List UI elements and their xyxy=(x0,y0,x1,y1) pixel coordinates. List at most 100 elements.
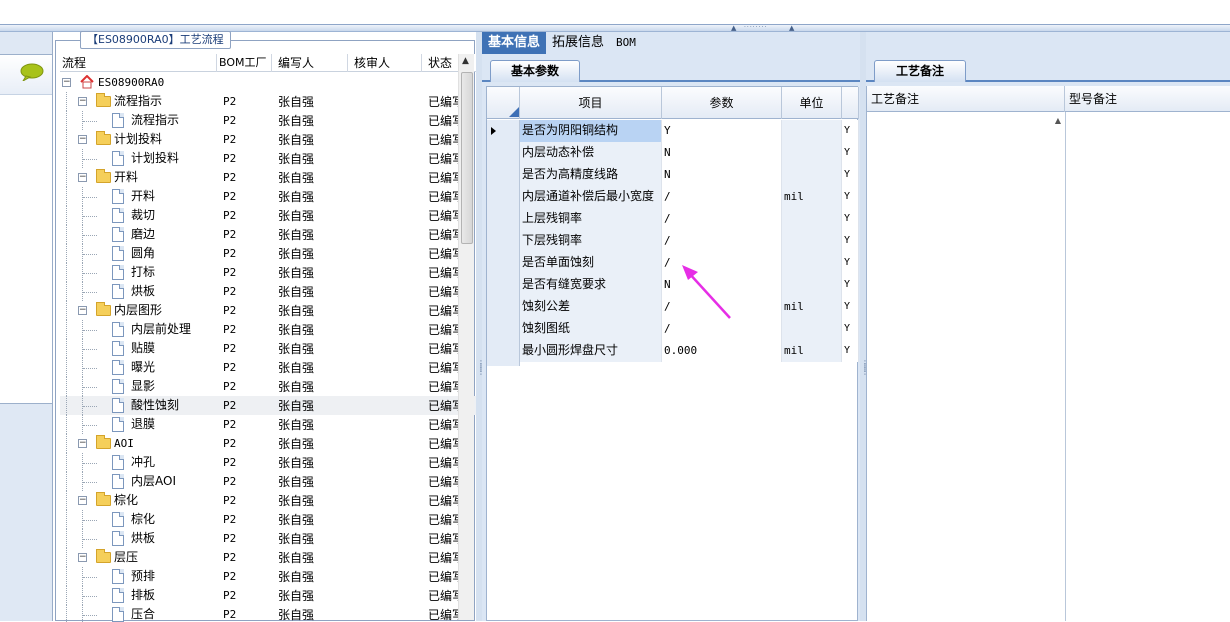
tree-node[interactable]: 酸性蚀刻 xyxy=(60,396,217,415)
tree-row[interactable]: 酸性蚀刻 P2 张自强 已编写 xyxy=(60,396,514,415)
grid-row[interactable]: 是否为阴阳铜结构 Y Y xyxy=(487,120,859,146)
param-input[interactable]: 0.000 xyxy=(662,340,782,362)
tree-row[interactable]: − 流程指示 P2 张自强 已编写 xyxy=(60,92,514,111)
tree-row[interactable]: − 棕化 P2 张自强 已编写 xyxy=(60,491,514,510)
collapse-toggle-icon[interactable]: − xyxy=(78,97,87,106)
col-flow[interactable]: 流程 xyxy=(60,54,217,72)
tree-row[interactable]: − ES08900RA0 xyxy=(60,73,514,92)
grid-row[interactable]: 上层残铜率 / Y xyxy=(487,208,859,234)
tree-node[interactable]: − 内层图形 xyxy=(60,301,217,320)
tree-node[interactable]: 打标 xyxy=(60,263,217,282)
tree-scrollbar[interactable]: ▲ xyxy=(458,54,474,620)
tree-row[interactable]: 烘板 P2 张自强 已编写 xyxy=(60,529,514,548)
col-extra[interactable] xyxy=(842,87,859,119)
tree-node[interactable]: 预排 xyxy=(60,567,217,586)
grid-row[interactable]: 最小圆形焊盘尺寸 0.000 mil Y xyxy=(487,340,859,366)
param-input[interactable]: / xyxy=(662,186,782,208)
grid-row[interactable]: 蚀刻公差 / mil Y xyxy=(487,296,859,322)
tree-node[interactable]: 磨边 xyxy=(60,225,217,244)
tree-row[interactable]: − AOI P2 张自强 已编写 xyxy=(60,434,514,453)
tree-node[interactable]: 裁切 xyxy=(60,206,217,225)
tree-row[interactable]: − 计划投料 P2 张自强 已编写 xyxy=(60,130,514,149)
collapse-toggle-icon[interactable]: − xyxy=(62,78,71,87)
tree-node[interactable]: 排板 xyxy=(60,586,217,605)
grid-corner[interactable] xyxy=(487,87,520,119)
tree-node[interactable]: 内层前处理 xyxy=(60,320,217,339)
tree-node[interactable]: 显影 xyxy=(60,377,217,396)
grid-row[interactable]: 是否单面蚀刻 / Y xyxy=(487,252,859,278)
param-input[interactable]: Y xyxy=(662,120,782,142)
collapse-toggle-icon[interactable]: − xyxy=(78,135,87,144)
tree-row[interactable]: 曝光 P2 张自强 已编写 xyxy=(60,358,514,377)
tree-node[interactable]: 冲孔 xyxy=(60,453,217,472)
tree-node[interactable]: 退膜 xyxy=(60,415,217,434)
tree-row[interactable]: 烘板 P2 张自强 已编写 xyxy=(60,282,514,301)
col-model-remarks[interactable]: 型号备注 xyxy=(1065,86,1230,112)
tree-node[interactable]: − 层压 xyxy=(60,548,217,567)
tree-node[interactable]: − AOI xyxy=(60,434,217,453)
tree-row[interactable]: 圆角 P2 张自强 已编写 xyxy=(60,244,514,263)
tree-row[interactable]: 预排 P2 张自强 已编写 xyxy=(60,567,514,586)
collapse-up-icon[interactable]: ▲ xyxy=(789,25,794,32)
collapse-toggle-icon[interactable]: − xyxy=(78,306,87,315)
model-remarks-text[interactable] xyxy=(1066,112,1230,621)
param-input[interactable]: N xyxy=(662,142,782,164)
col-item[interactable]: 项目 xyxy=(520,87,662,119)
tree-node[interactable]: − ES08900RA0 xyxy=(60,73,217,92)
collapse-up-icon[interactable]: ▲ xyxy=(731,25,736,32)
tree-node[interactable]: − 棕化 xyxy=(60,491,217,510)
tab-basic-info[interactable]: 基本信息 xyxy=(482,32,547,54)
tree-node[interactable]: 棕化 xyxy=(60,510,217,529)
tree-row[interactable]: 压合 P2 张自强 已编写 xyxy=(60,605,514,622)
tree-row[interactable]: 退膜 P2 张自强 已编写 xyxy=(60,415,514,434)
tree-node[interactable]: 开料 xyxy=(60,187,217,206)
collapse-toggle-icon[interactable]: − xyxy=(78,439,87,448)
tree-row[interactable]: 内层AOI P2 张自强 已编写 xyxy=(60,472,514,491)
tree-row[interactable]: 冲孔 P2 张自强 已编写 xyxy=(60,453,514,472)
tree-node[interactable]: 圆角 xyxy=(60,244,217,263)
col-param[interactable]: 参数 xyxy=(662,87,782,119)
tree-row[interactable]: − 内层图形 P2 张自强 已编写 xyxy=(60,301,514,320)
tree-row[interactable]: 磨边 P2 张自强 已编写 xyxy=(60,225,514,244)
col-unit[interactable]: 单位 xyxy=(782,87,842,119)
tree-node[interactable]: − 开料 xyxy=(60,168,217,187)
tree-row[interactable]: 内层前处理 P2 张自强 已编写 xyxy=(60,320,514,339)
col-bom-factory[interactable]: BOM工厂 xyxy=(217,54,272,72)
tree-node[interactable]: 烘板 xyxy=(60,529,217,548)
grid-row[interactable]: 下层残铜率 / Y xyxy=(487,230,859,256)
tab-bom[interactable]: BOM xyxy=(610,32,642,54)
scroll-thumb[interactable] xyxy=(461,72,473,244)
chat-bubble-icon[interactable] xyxy=(20,63,44,81)
tree-row[interactable]: 开料 P2 张自强 已编写 xyxy=(60,187,514,206)
tab-extended-info[interactable]: 拓展信息 xyxy=(546,32,610,54)
collapse-toggle-icon[interactable]: − xyxy=(78,553,87,562)
process-remarks-text[interactable]: ▲ xyxy=(867,112,1066,621)
col-status[interactable]: 状态 xyxy=(422,54,462,72)
tree-row[interactable]: 打标 P2 张自强 已编写 xyxy=(60,263,514,282)
grid-row[interactable]: 蚀刻图纸 / Y xyxy=(487,318,859,344)
param-input[interactable]: / xyxy=(662,230,782,252)
splitter-grip[interactable]: ········ xyxy=(744,25,812,31)
row-header[interactable] xyxy=(487,340,520,366)
grid-row[interactable]: 是否有缝宽要求 N Y xyxy=(487,274,859,300)
tree-row[interactable]: 流程指示 P2 张自强 已编写 xyxy=(60,111,514,130)
tree-row[interactable]: 排板 P2 张自强 已编写 xyxy=(60,586,514,605)
tab-process-remarks[interactable]: 工艺备注 xyxy=(874,60,966,82)
scroll-up-icon[interactable]: ▲ xyxy=(462,56,469,66)
tree-node[interactable]: 计划投料 xyxy=(60,149,217,168)
tree-node[interactable]: 曝光 xyxy=(60,358,217,377)
tab-basic-params[interactable]: 基本参数 xyxy=(490,60,580,82)
tree-node[interactable]: − 计划投料 xyxy=(60,130,217,149)
grid-row[interactable]: 内层通道补偿后最小宽度 / mil Y xyxy=(487,186,859,212)
tree-row[interactable]: 计划投料 P2 张自强 已编写 xyxy=(60,149,514,168)
tree-node[interactable]: 流程指示 xyxy=(60,111,217,130)
tree-row[interactable]: 贴膜 P2 张自强 已编写 xyxy=(60,339,514,358)
tree-row[interactable]: 显影 P2 张自强 已编写 xyxy=(60,377,514,396)
grid-row[interactable]: 内层动态补偿 N Y xyxy=(487,142,859,168)
tree-node[interactable]: 贴膜 xyxy=(60,339,217,358)
tree-node[interactable]: 压合 xyxy=(60,605,217,622)
select-all-icon[interactable] xyxy=(509,107,519,117)
collapse-toggle-icon[interactable]: − xyxy=(78,173,87,182)
col-writer[interactable]: 编写人 xyxy=(272,54,348,72)
param-input[interactable]: N xyxy=(662,164,782,186)
